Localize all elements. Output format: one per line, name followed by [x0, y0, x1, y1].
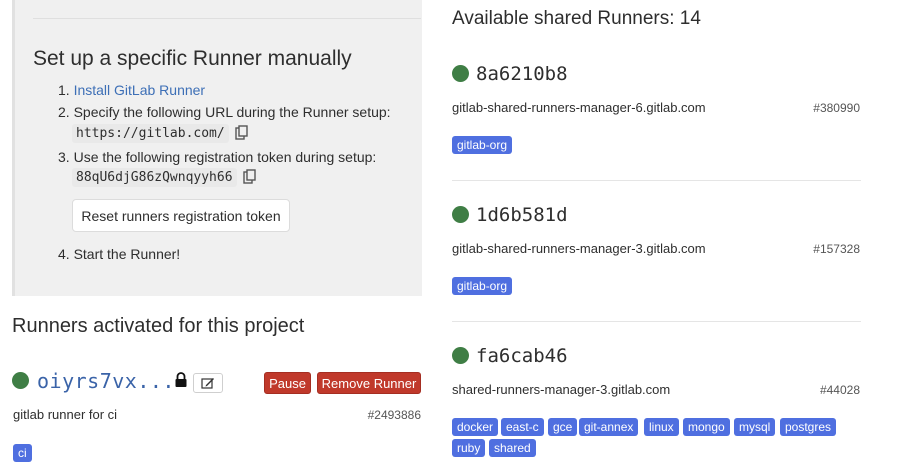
shared-runner-description: shared-runners-manager-3.gitlab.com [452, 382, 671, 397]
runner-tag: gce [548, 418, 578, 436]
copy-icon[interactable] [243, 169, 257, 185]
step-3: 3. Use the following registration token … [58, 149, 376, 165]
activated-runners-title: Runners activated for this project [12, 315, 305, 337]
edit-icon [201, 378, 214, 389]
shared-runner-id: #157328 [813, 242, 860, 256]
setup-title: Set up a specific Runner manually [33, 47, 352, 70]
shared-runner-id: #44028 [819, 383, 860, 397]
step-2-text: Specify the following URL during the Run… [73, 104, 391, 120]
step-number: 2. [58, 104, 70, 120]
edit-runner-button[interactable] [193, 373, 223, 393]
runner-tag: ci [13, 444, 32, 462]
shared-runners-title: Available shared Runners: 14 [452, 8, 701, 29]
shared-runner-name: fa6cab46 [476, 345, 568, 367]
runner-tag: git-annex [579, 418, 639, 436]
runner-tag: ruby [452, 439, 486, 457]
step-1: 1. Install GitLab Runner [58, 82, 205, 98]
shared-runner-description: gitlab-shared-runners-manager-3.gitlab.c… [452, 241, 706, 256]
step-number: 1. [58, 82, 70, 98]
copy-icon[interactable] [235, 125, 249, 141]
runner-url-code: https://gitlab.com/ [72, 124, 229, 143]
divider [452, 321, 861, 322]
install-runner-link[interactable]: Install GitLab Runner [74, 82, 206, 98]
runner-tag: docker [452, 418, 499, 436]
runner-tag: gitlab-org [452, 136, 513, 154]
shared-runner-id: #380990 [813, 101, 860, 115]
runner-id: #2493886 [367, 408, 421, 422]
shared-runner-name: 8a6210b8 [476, 63, 568, 85]
divider [33, 18, 421, 19]
reset-token-button[interactable]: Reset runners registration token [72, 199, 290, 232]
registration-token-code: 88qU6djG86zQwnqyyh66 [72, 168, 237, 187]
runner-name-link[interactable]: oiyrs7vx... [37, 369, 175, 393]
pause-button[interactable]: Pause [264, 372, 311, 394]
runner-tag: postgres [780, 418, 837, 436]
runner-status-dot [452, 206, 469, 223]
shared-runner-name: 1d6b581d [476, 204, 568, 226]
runner-tag: shared [489, 439, 536, 457]
shared-runner-description: gitlab-shared-runners-manager-6.gitlab.c… [452, 100, 706, 115]
step-2: 2. Specify the following URL during the … [58, 104, 391, 120]
step-3-text: Use the following registration token dur… [73, 149, 377, 165]
runner-tag: east-c [501, 418, 544, 436]
step-4: 4. Start the Runner! [58, 246, 180, 262]
runner-status-dot [452, 65, 469, 82]
runner-tag: mongo [683, 418, 730, 436]
runner-tag: mysql [734, 418, 776, 436]
runner-status-dot [12, 372, 29, 389]
runner-status-dot [452, 347, 469, 364]
step-number: 3. [58, 149, 70, 165]
divider [452, 180, 861, 181]
step-number: 4. [58, 246, 70, 262]
runner-tag: linux [644, 418, 679, 436]
lock-icon [175, 372, 187, 387]
runner-description: gitlab runner for ci [13, 407, 118, 422]
runner-tag: gitlab-org [452, 277, 513, 295]
remove-runner-button[interactable]: Remove Runner [317, 372, 421, 394]
step-4-text: Start the Runner! [73, 246, 181, 262]
setup-panel: Set up a specific Runner manually 1. Ins… [12, 0, 422, 296]
